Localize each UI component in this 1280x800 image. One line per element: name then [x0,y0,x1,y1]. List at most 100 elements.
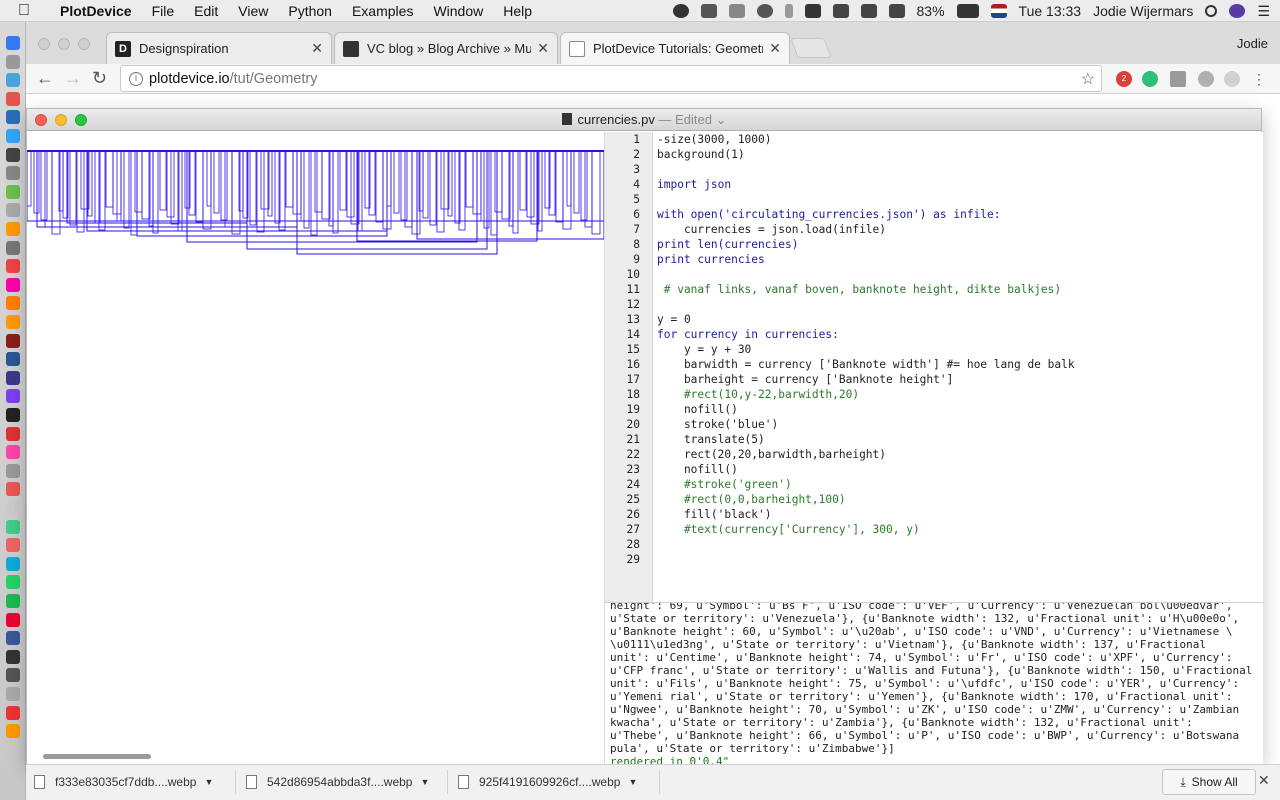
dock-app-icon[interactable] [6,575,20,590]
canvas-horizontal-scrollbar[interactable] [43,754,151,759]
dock-app-icon[interactable] [6,184,20,199]
tab-close-icon[interactable]: ✕ [769,40,781,57]
chevron-down-icon[interactable]: ▼ [204,777,213,787]
input-flag-icon[interactable] [990,4,1007,18]
menubar-user[interactable]: Jodie Wijermars [1093,0,1193,22]
menu-examples[interactable]: Examples [352,0,413,22]
dock-app-icon[interactable] [6,73,20,88]
battery-icon[interactable] [956,4,979,18]
dock-app-icon[interactable] [6,426,20,441]
grammarly-extension-icon[interactable] [1142,71,1158,87]
code-editor[interactable]: 1 2 3 4 5 6 7 8 9 10 11 12 13 14 15 16 17 18 19 20 21 22 23 24 2… [604,132,1263,602]
bluetooth-icon[interactable] [784,4,793,18]
extension-icon[interactable] [1198,71,1214,87]
browser-maximize-button[interactable] [78,38,90,50]
chevron-down-icon[interactable]: ▼ [628,777,637,787]
window-close-button[interactable] [35,114,47,126]
dock-app-icon[interactable] [6,296,20,311]
tab-plotdevice-tutorials[interactable]: PlotDevice Tutorials: Geometry ✕ [560,32,790,64]
dock-app-icon[interactable] [6,538,20,553]
address-bar[interactable]: i plotdevice.io/tut/Geometry ☆ [120,65,1102,92]
dock-app-icon[interactable] [6,408,20,422]
menu-file[interactable]: File [152,0,175,22]
tab-vc-blog[interactable]: VC blog » Blog Archive » Musi ✕ [334,32,558,64]
dock-app-icon[interactable] [6,147,20,162]
pinwheel-icon[interactable] [728,4,745,18]
dock-app-icon[interactable] [6,724,20,739]
tab-close-icon[interactable]: ✕ [537,40,549,57]
tab-close-icon[interactable]: ✕ [311,40,323,57]
wifi-icon[interactable] [832,4,849,18]
siri-icon[interactable] [1229,4,1246,18]
dock-app-icon[interactable] [6,166,20,181]
back-arrow-icon[interactable]: ← [36,68,54,89]
browser-minimize-button[interactable] [58,38,70,50]
edited-status[interactable]: — Edited [658,112,711,127]
apple-menu-icon[interactable]:  [18,0,36,22]
dock-app-icon[interactable] [6,222,20,236]
forward-arrow-icon[interactable]: → [64,68,82,89]
dock-app-icon[interactable] [6,482,20,497]
dock-app-icon[interactable] [6,705,20,720]
menu-window[interactable]: Window [433,0,483,22]
close-downloads-icon[interactable]: ✕ [1258,772,1270,789]
dock-app-icon[interactable] [6,240,20,255]
dock-app-icon[interactable] [6,36,20,50]
browser-close-button[interactable] [38,38,50,50]
abp-extension-icon[interactable]: 2 [1116,71,1132,87]
dock-app-icon[interactable] [6,333,20,348]
dock-app-icon[interactable] [6,668,20,683]
output-console[interactable]: height': 69, u'Symbol': u'Bs F', u'ISO c… [604,602,1263,765]
chrome-menu-icon[interactable]: ⋮ [1252,71,1268,87]
dock-app-icon[interactable] [6,556,20,571]
canvas-pane[interactable] [27,132,604,765]
site-info-icon[interactable]: i [129,71,143,86]
dock-app-icon[interactable] [6,519,20,534]
dock-app-icon[interactable] [6,110,20,125]
dock-app-icon[interactable] [6,203,20,218]
chevron-down-icon[interactable]: ▼ [420,777,429,787]
spotlight-icon[interactable] [1205,5,1218,17]
menu-view[interactable]: View [238,0,268,22]
show-all-downloads-button[interactable]: ⤓ Show All [1162,769,1256,795]
dock-app-icon[interactable] [6,352,20,367]
window-minimize-button[interactable] [55,114,67,126]
dock-app-icon[interactable] [6,687,20,701]
notification-center-icon[interactable]: ☰ [1257,0,1270,22]
menubar-clock[interactable]: Tue 13:33 [1019,0,1082,22]
new-tab-button[interactable] [790,38,832,58]
airplay-icon[interactable] [888,4,905,18]
reload-icon[interactable]: ↻ [92,68,107,89]
download-item[interactable]: 925f4191609926cf....webp ▼ [450,770,660,794]
dock-app-icon[interactable] [6,631,20,646]
menu-edit[interactable]: Edit [194,0,218,22]
creative-cloud-icon[interactable] [672,4,689,18]
dock-app-icon[interactable] [6,445,20,460]
dock-app-icon[interactable] [6,129,20,143]
memory-icon[interactable] [804,4,821,18]
dock-app-icon[interactable] [6,315,20,329]
dock-app-icon[interactable] [6,463,20,478]
chevron-down-icon[interactable]: ⌄ [712,112,727,127]
dock-app-icon[interactable] [6,501,20,515]
dock-app-icon[interactable] [6,389,20,404]
screenshot-extension-icon[interactable] [1170,71,1186,87]
profile-name[interactable]: Jodie [1237,36,1268,51]
time-machine-icon[interactable] [756,4,773,18]
dropbox-icon[interactable] [700,4,717,18]
menu-python[interactable]: Python [288,0,332,22]
window-maximize-button[interactable] [75,114,87,126]
tab-designspiration[interactable]: D Designspiration ✕ [106,32,332,64]
menu-app-name[interactable]: PlotDevice [60,0,132,22]
download-item[interactable]: 542d86954abbda3f....webp ▼ [238,770,448,794]
volume-icon[interactable] [860,4,877,18]
eyedropper-extension-icon[interactable] [1224,71,1240,87]
bookmark-star-icon[interactable]: ☆ [1081,69,1095,89]
dock-app-icon[interactable] [6,612,20,627]
dock-app-icon[interactable] [6,259,20,274]
dock-app-icon[interactable] [6,91,20,106]
dock-app-icon[interactable] [6,54,20,69]
dock-app-icon[interactable] [6,370,20,385]
menu-help[interactable]: Help [503,0,532,22]
download-item[interactable]: f333e83035cf7ddb....webp ▼ [26,770,236,794]
